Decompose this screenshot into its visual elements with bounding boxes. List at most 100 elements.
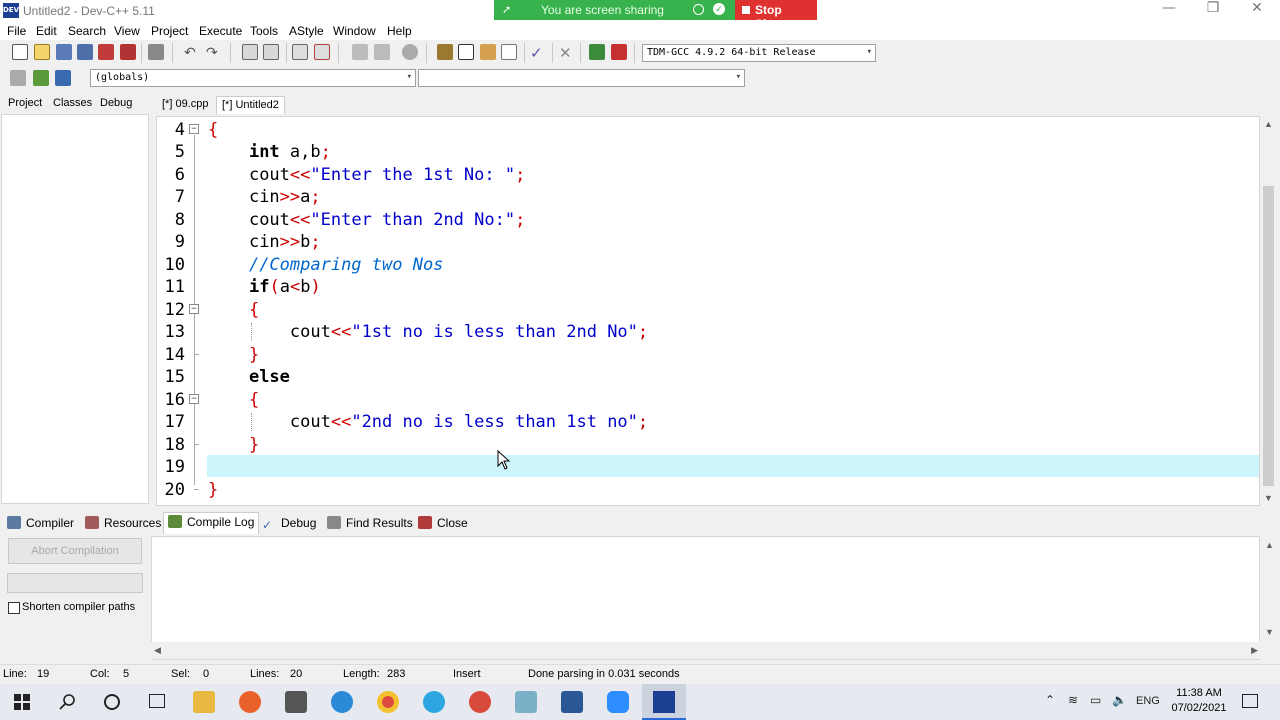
clock-time: 11:38 AM	[1176, 687, 1222, 699]
print-icon[interactable]	[148, 44, 164, 60]
open-folder-icon[interactable]	[34, 44, 50, 60]
menu-project[interactable]: Project	[151, 24, 188, 38]
telegram-icon[interactable]	[423, 691, 445, 713]
project-tree-panel[interactable]	[1, 114, 149, 504]
fold-toggle-icon[interactable]: −	[189, 394, 199, 404]
fold-toggle-icon[interactable]: −	[189, 304, 199, 314]
toolbar-separator	[552, 43, 553, 63]
windows-start-icon[interactable]	[14, 694, 30, 710]
edge-icon[interactable]	[331, 691, 353, 713]
tab-compile-log[interactable]: Compile Log	[163, 512, 260, 534]
log-vertical-scrollbar[interactable]: ▲ ▼	[1261, 537, 1278, 640]
menu-edit[interactable]: Edit	[36, 24, 57, 38]
notifications-icon[interactable]	[1242, 694, 1258, 708]
clock[interactable]: 11:38 AM 07/02/2021	[1165, 686, 1233, 716]
check-syntax-icon[interactable]: ✓	[530, 44, 546, 62]
save-all-icon[interactable]	[77, 44, 93, 60]
tab-project[interactable]: Project	[8, 97, 42, 109]
close-all-icon[interactable]	[120, 44, 136, 60]
goto-line-icon[interactable]	[292, 44, 308, 60]
menu-window[interactable]: Window	[333, 24, 376, 38]
scope-select[interactable]: (globals) ▾	[90, 69, 416, 87]
replace-icon[interactable]	[263, 44, 279, 60]
scroll-right-icon[interactable]: ▶	[1251, 645, 1258, 656]
goto-icon[interactable]	[33, 70, 49, 86]
taskbar-active-app[interactable]	[642, 684, 686, 720]
file-explorer-icon[interactable]	[193, 691, 215, 713]
chevron-up-icon[interactable]: ⌃	[1045, 693, 1055, 707]
tab-debug-bottom[interactable]: ✓ Debug	[262, 514, 316, 532]
grid-icon[interactable]	[501, 44, 517, 60]
save-icon[interactable]	[56, 44, 72, 60]
semicolon: ;	[310, 232, 321, 252]
word-icon[interactable]	[561, 691, 583, 713]
chrome-icon[interactable]	[377, 691, 399, 713]
battery-icon[interactable]: ▭	[1090, 693, 1101, 707]
close-window-button[interactable]: ✕	[1234, 0, 1280, 22]
pause-share-icon[interactable]	[693, 4, 704, 15]
tab-classes[interactable]: Classes	[53, 97, 92, 109]
devcpp-taskbar-icon	[653, 691, 675, 713]
find-icon[interactable]	[242, 44, 258, 60]
menu-file[interactable]: File	[7, 24, 26, 38]
stop-execution-icon[interactable]: ✕	[559, 44, 575, 62]
editor-vertical-scrollbar[interactable]: ▲ ▼	[1260, 116, 1277, 506]
redo-icon[interactable]: ↷	[206, 44, 222, 60]
compiler-select[interactable]: TDM-GCC 4.9.2 64-bit Release ▾	[642, 44, 876, 62]
tab-resources[interactable]: Resources	[85, 514, 161, 532]
scroll-up-icon[interactable]: ▲	[1264, 119, 1273, 129]
open-brace: {	[248, 300, 260, 320]
fold-toggle-icon[interactable]: −	[189, 124, 199, 134]
toggle-comment-icon[interactable]	[402, 44, 418, 60]
code-editor[interactable]: 4 5 6 7 8 9 10 11 12 13 14 15 16 17 18 1…	[156, 116, 1260, 506]
scroll-up-icon[interactable]: ▲	[1265, 540, 1274, 550]
menu-view[interactable]: View	[114, 24, 140, 38]
search-icon[interactable]	[59, 693, 77, 711]
editor-tab-09cpp[interactable]: [*] 09.cpp	[157, 96, 213, 114]
app-icon[interactable]	[515, 691, 537, 713]
menu-search[interactable]: Search	[68, 24, 106, 38]
log-horizontal-scrollbar[interactable]: ◀ ▶	[151, 642, 1261, 659]
indent-icon[interactable]	[352, 44, 368, 60]
menu-execute[interactable]: Execute	[199, 24, 242, 38]
scroll-down-icon[interactable]: ▼	[1265, 627, 1274, 637]
tab-debug[interactable]: Debug	[100, 97, 132, 109]
wifi-icon[interactable]: ≋	[1068, 693, 1078, 707]
unindent-icon[interactable]	[374, 44, 390, 60]
profile-chart-icon[interactable]	[589, 44, 605, 60]
language-indicator[interactable]: ENG	[1136, 695, 1160, 707]
menu-astyle[interactable]: AStyle	[289, 24, 324, 38]
tab-find-results[interactable]: Find Results	[327, 514, 413, 532]
minimize-button[interactable]: —	[1146, 0, 1192, 22]
shorten-paths-checkbox[interactable]	[8, 602, 20, 614]
task-view-icon[interactable]	[149, 694, 165, 708]
undo-icon[interactable]: ↶	[184, 44, 200, 60]
firefox-icon[interactable]	[239, 691, 261, 713]
abort-compilation-button[interactable]: Abort Compilation	[8, 538, 142, 564]
member-select[interactable]: ▾	[418, 69, 745, 87]
project-options-icon[interactable]	[437, 44, 453, 60]
window-icon[interactable]	[458, 44, 474, 60]
tab-compiler[interactable]: Compiler	[7, 514, 74, 532]
stop-share-button[interactable]: Stop Share	[735, 0, 817, 31]
menu-tools[interactable]: Tools	[250, 24, 278, 38]
editor-tab-untitled2[interactable]: [*] Untitled2	[216, 96, 285, 114]
zoom-icon[interactable]	[607, 691, 629, 713]
restore-button[interactable]: ❐	[1190, 0, 1236, 22]
cortana-icon[interactable]	[104, 694, 120, 710]
class-browser-icon[interactable]	[480, 44, 496, 60]
scroll-down-icon[interactable]: ▼	[1264, 493, 1273, 503]
menu-help[interactable]: Help	[387, 24, 412, 38]
scroll-left-icon[interactable]: ◀	[154, 645, 161, 656]
volume-icon[interactable]: 🔈	[1112, 693, 1127, 707]
insert-icon[interactable]	[10, 70, 26, 86]
new-file-icon[interactable]	[12, 44, 28, 60]
terminal-app-icon[interactable]	[285, 691, 307, 713]
chrome-profile-icon[interactable]	[469, 691, 491, 713]
tab-close[interactable]: Close	[418, 514, 468, 532]
toggle-bookmark-icon[interactable]	[314, 44, 330, 60]
close-file-icon[interactable]	[98, 44, 114, 60]
delete-profile-icon[interactable]	[611, 44, 627, 60]
bookmark-icon[interactable]	[55, 70, 71, 86]
scrollbar-thumb[interactable]	[1263, 186, 1274, 486]
